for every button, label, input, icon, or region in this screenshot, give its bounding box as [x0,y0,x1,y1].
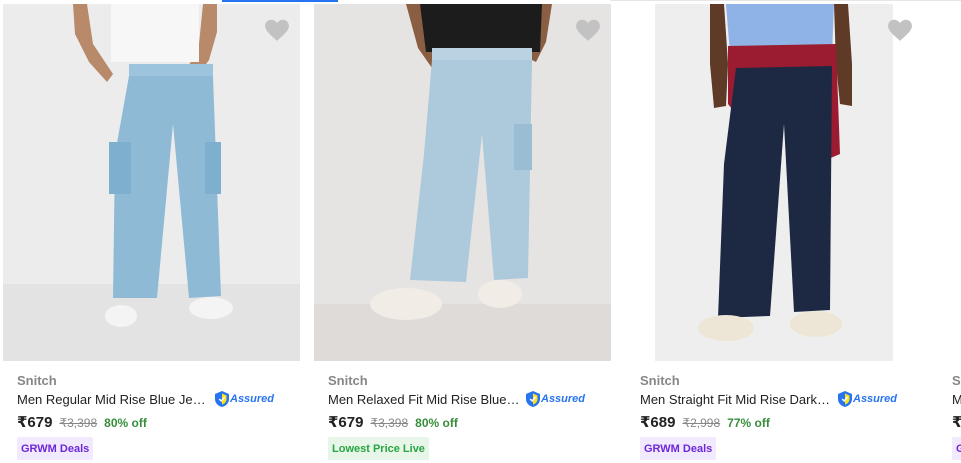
divider [610,0,961,1]
product-title-row[interactable]: Men Relaxed Fit Mid Rise Blue J... Assur… [328,390,585,408]
offer-tag: Lowest Price Live [328,437,429,460]
selling-price: ₹679 [328,414,364,431]
selling-price: ₹6 [952,414,961,431]
product-brand: Snitch [640,373,680,388]
assured-badge: Assured [526,391,585,407]
shield-icon [526,391,540,407]
discount-percent: 80% off [104,416,147,430]
product-title[interactable]: Men Regular Mid Rise Blue Jeans [17,392,209,407]
original-price: ₹3,398 [59,416,98,430]
product-card[interactable]: Snitch Men Relaxed Fit Mid Rise Blue J..… [314,4,611,463]
selling-price: ₹689 [640,414,676,431]
assured-badge: Assured [215,391,274,407]
assured-label: Assured [853,393,898,405]
product-image[interactable] [3,4,300,361]
shield-icon [838,391,852,407]
assured-label: Assured [230,393,275,405]
selling-price: ₹679 [17,414,53,431]
product-grid: Snitch Men Regular Mid Rise Blue Jeans A… [3,4,961,463]
product-title-row[interactable]: M [952,390,961,408]
shield-icon [215,391,229,407]
price-row: ₹679 ₹3,398 80% off [328,413,458,431]
product-brand: Snitch [328,373,368,388]
price-row: ₹679 ₹3,398 80% off [17,413,147,431]
product-card[interactable]: Snitch Men Straight Fit Mid Rise Dark Bl… [626,4,923,463]
product-title[interactable]: M [952,392,961,407]
product-title-row[interactable]: Men Straight Fit Mid Rise Dark Bl... Ass… [640,390,897,408]
product-card[interactable]: Snitch Men Regular Mid Rise Blue Jeans A… [3,4,300,463]
offer-tag: GRWM Deals [640,437,717,460]
product-brand: Snitch [17,373,57,388]
offer-tag: G [952,437,961,460]
product-title-row[interactable]: Men Regular Mid Rise Blue Jeans Assured [17,390,274,408]
heart-icon[interactable] [264,18,290,42]
discount-percent: 77% off [727,416,770,430]
tab-underline [222,0,338,2]
product-brand: Sn [952,373,961,388]
original-price: ₹3,398 [370,416,409,430]
original-price: ₹2,998 [682,416,721,430]
offer-tag: GRWM Deals [17,437,94,460]
assured-badge: Assured [838,391,897,407]
product-title[interactable]: Men Relaxed Fit Mid Rise Blue J... [328,392,520,407]
product-title[interactable]: Men Straight Fit Mid Rise Dark Bl... [640,392,832,407]
price-row: ₹689 ₹2,998 77% off [640,413,770,431]
product-image[interactable] [626,4,923,361]
product-image[interactable] [314,4,611,361]
price-row: ₹6 [952,413,961,431]
discount-percent: 80% off [415,416,458,430]
assured-label: Assured [541,393,586,405]
product-card[interactable]: Sn M ₹6 G [948,4,961,463]
heart-icon[interactable] [887,18,913,42]
heart-icon[interactable] [575,18,601,42]
